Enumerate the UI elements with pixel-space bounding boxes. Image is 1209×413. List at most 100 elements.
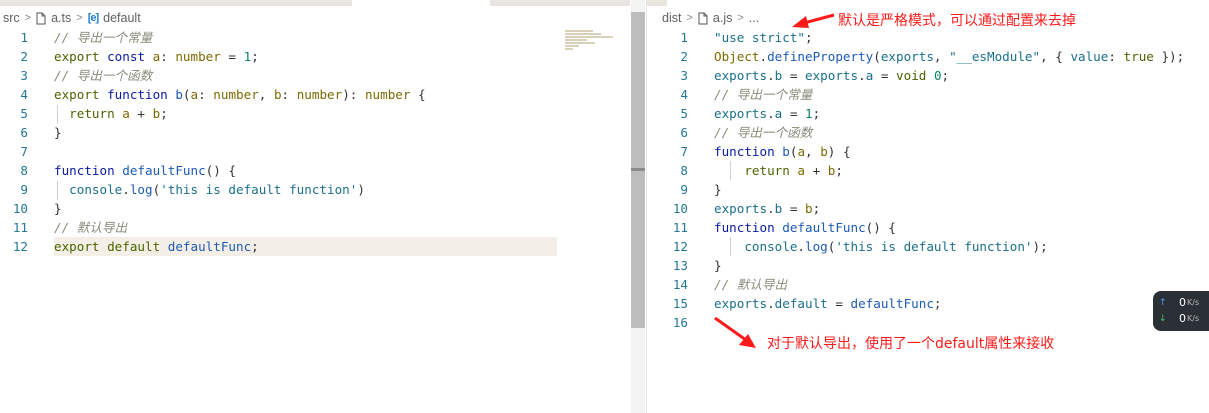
code-token: // 默认导出	[54, 220, 128, 235]
code-line[interactable]: 8 return a + b;	[647, 161, 1209, 180]
line-number: 9	[20, 182, 28, 197]
code-text[interactable]: console.log('this is default function')	[54, 180, 365, 199]
code-token: ;	[160, 106, 168, 121]
code-line[interactable]: 3 exports.b = exports.a = void 0;	[647, 66, 1209, 85]
code-line[interactable]: 9 console.log('this is default function'…	[0, 180, 646, 199]
code-line[interactable]: 10 exports.b = b;	[647, 199, 1209, 218]
code-line[interactable]: 1 // 导出一个常量	[0, 28, 646, 47]
code-line[interactable]: 11 function defaultFunc() {	[647, 218, 1209, 237]
code-text[interactable]: exports.a = 1;	[714, 104, 820, 123]
breadcrumb-folder[interactable]: src	[3, 11, 20, 25]
editor-pane-left[interactable]: src > a.ts > [e] default 1 // 导出一个常量 2 expo…	[0, 0, 646, 413]
line-number: 3	[20, 68, 28, 83]
code-line[interactable]: 6}	[0, 123, 646, 142]
code-token: true	[1123, 49, 1154, 64]
code-text[interactable]: // 导出一个函数	[714, 123, 812, 142]
code-token: // 导出一个常量	[54, 30, 153, 45]
code-line[interactable]: 13}	[647, 256, 1209, 275]
code-text[interactable]: export const a: number = 1;	[54, 47, 259, 66]
code-text[interactable]: // 默认导出	[714, 275, 787, 294]
code-text[interactable]: function defaultFunc() {	[54, 161, 236, 180]
minimap[interactable]	[565, 30, 615, 56]
code-text[interactable]: return a + b;	[714, 161, 843, 180]
code-text[interactable]: // 导出一个函数	[54, 66, 152, 85]
code-text[interactable]: }	[714, 180, 722, 199]
code-line[interactable]: 10}	[0, 199, 646, 218]
code-token: 'this is default function'	[835, 239, 1033, 254]
breadcrumb-file[interactable]: a.js	[713, 11, 732, 25]
code-line[interactable]: 6 // 导出一个函数	[647, 123, 1209, 142]
code-line[interactable]: 5 return a + b;	[0, 104, 646, 123]
code-line[interactable]: 1 "use strict";	[647, 28, 1209, 47]
breadcrumb-folder[interactable]: dist	[662, 11, 681, 25]
code-text[interactable]: }	[54, 123, 62, 142]
code-token: a	[122, 106, 130, 121]
code-line[interactable]: 7 function b(a, b) {	[647, 142, 1209, 161]
indent-guide	[57, 181, 58, 200]
breadcrumb-more[interactable]: ...	[749, 11, 759, 25]
code-token: defaultFunc	[850, 296, 934, 311]
code-token: 0	[933, 68, 942, 83]
code-token: , {	[1040, 49, 1071, 64]
breadcrumb-file[interactable]: a.ts	[51, 11, 71, 25]
code-line[interactable]: 2 Object.defineProperty(exports, "__esMod…	[647, 47, 1209, 66]
code-text[interactable]: export default defaultFunc;	[54, 237, 259, 256]
code-token: 1	[805, 106, 813, 121]
code-text[interactable]: // 默认导出	[54, 218, 127, 237]
code-line[interactable]: 12 export default defaultFunc;	[0, 237, 646, 256]
code-text[interactable]: function b(a, b) {	[714, 142, 851, 161]
code-token: "__esModule"	[949, 49, 1041, 64]
code-line[interactable]: 4 // 导出一个常量	[647, 85, 1209, 104]
code-text[interactable]: function defaultFunc() {	[714, 218, 896, 237]
code-token: ;	[251, 239, 259, 254]
code-editor-left[interactable]: 1 // 导出一个常量 2 export const a: number = 1; 3 /…	[0, 28, 646, 256]
code-token: .	[858, 68, 866, 83]
code-line[interactable]: 8 function defaultFunc() {	[0, 161, 646, 180]
code-token: ,	[258, 87, 274, 102]
code-text[interactable]: return a + b;	[54, 104, 168, 123]
code-line[interactable]: 2 export const a: number = 1;	[0, 47, 646, 66]
code-line[interactable]: 5 exports.a = 1;	[647, 104, 1209, 123]
line-number: 5	[680, 106, 688, 121]
code-text[interactable]: exports.b = exports.a = void 0;	[714, 66, 949, 85]
network-speed-widget[interactable]: ↑ 0 K/s ↓ 0 K/s	[1153, 291, 1209, 331]
code-token: ;	[933, 296, 942, 311]
code-token: .	[767, 201, 775, 216]
code-line[interactable]: 3 // 导出一个函数	[0, 66, 646, 85]
breadcrumb-symbol[interactable]: default	[103, 11, 141, 25]
code-token: ,	[805, 144, 821, 159]
code-token: .	[797, 239, 805, 254]
code-text[interactable]: "use strict";	[714, 28, 813, 47]
code-token: }	[714, 182, 722, 197]
code-line[interactable]: 11 // 默认导出	[0, 218, 646, 237]
code-token: ;	[805, 30, 813, 45]
code-text[interactable]: exports.default = defaultFunc;	[714, 294, 942, 313]
code-token: export	[54, 49, 108, 64]
code-text[interactable]: console.log('this is default function');	[714, 237, 1047, 256]
code-text[interactable]: // 导出一个常量	[54, 28, 152, 47]
line-number: 4	[20, 87, 28, 102]
code-line[interactable]: 7	[0, 142, 646, 161]
code-line[interactable]: 12 console.log('this is default function…	[647, 237, 1209, 256]
indent-guide	[730, 161, 731, 180]
code-text[interactable]: export function b(a: number, b: number):…	[54, 85, 426, 104]
code-token: =	[782, 201, 806, 216]
code-text[interactable]: // 导出一个常量	[714, 85, 812, 104]
upload-arrow-icon: ↑	[1159, 298, 1167, 308]
code-token: +	[129, 106, 153, 121]
code-text[interactable]: exports.b = b;	[714, 199, 820, 218]
code-text[interactable]: }	[714, 256, 722, 275]
code-editor-right[interactable]: 1 "use strict"; 2 Object.defineProperty(exp…	[647, 28, 1209, 332]
code-line[interactable]: 14 // 默认导出	[647, 275, 1209, 294]
line-number: 2	[680, 49, 688, 64]
code-text[interactable]: Object.defineProperty(exports, "__esModu…	[714, 47, 1184, 66]
code-line[interactable]: 9}	[647, 180, 1209, 199]
code-token: b	[782, 144, 790, 159]
code-token: value	[1070, 49, 1109, 64]
code-text[interactable]: }	[54, 199, 62, 218]
indent-guide	[730, 237, 731, 256]
code-token: });	[1153, 49, 1185, 64]
code-line[interactable]: 4 export function b(a: number, b: number)…	[0, 85, 646, 104]
code-token: defaultFunc	[167, 239, 252, 254]
code-line[interactable]: 15 exports.default = defaultFunc;	[647, 294, 1209, 313]
